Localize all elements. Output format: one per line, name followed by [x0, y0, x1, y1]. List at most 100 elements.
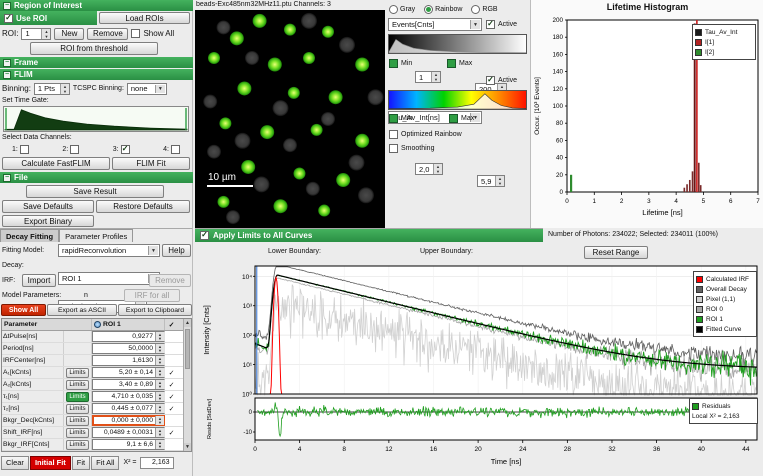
radio-rgb-icon[interactable]: [471, 5, 480, 14]
limits-button[interactable]: Limits: [66, 380, 88, 390]
fit-enable-checkbox[interactable]: [165, 355, 178, 366]
irf-for-all-button[interactable]: IRF for all: [124, 289, 180, 302]
help-button[interactable]: Help: [162, 244, 191, 257]
svg-text:1: 1: [593, 198, 597, 205]
decay-fitting-panel: Decay FittingParameter Profiles Fitting …: [0, 228, 193, 476]
param-value-spinner[interactable]: 0,0489 ± 0,0031: [92, 427, 165, 438]
tcspc-binning-dropdown[interactable]: none: [127, 83, 167, 95]
fit-enable-checkbox[interactable]: [165, 331, 178, 342]
collapse-icon[interactable]: −: [3, 71, 11, 79]
display-mode-rainbow[interactable]: Rainbow: [424, 5, 462, 14]
binning-spinner[interactable]: 1 Pts: [34, 83, 70, 95]
tab-fit[interactable]: Fit: [72, 456, 90, 470]
radio-rainbow-icon[interactable]: [424, 5, 433, 14]
load-rois-button[interactable]: Load ROIs: [99, 12, 190, 24]
restore-defaults-button[interactable]: Restore Defaults: [96, 200, 190, 213]
intensity-min-spinner[interactable]: 1: [415, 71, 441, 83]
limits-button[interactable]: Limits: [66, 440, 88, 450]
save-defaults-button[interactable]: Save Defaults: [2, 200, 94, 213]
apply-limits-checkbox[interactable]: [200, 231, 209, 240]
param-value-spinner[interactable]: 1,6130: [92, 355, 165, 366]
flim-fit-button[interactable]: FLIM Fit: [112, 157, 190, 170]
tab-fit-all[interactable]: Fit All: [91, 456, 119, 470]
display-mode-gray[interactable]: Gray: [389, 5, 415, 14]
param-value-spinner[interactable]: 3,40 ± 0,89: [92, 379, 165, 390]
collapse-icon[interactable]: −: [3, 174, 11, 182]
irf-remove-button[interactable]: Remove: [149, 274, 191, 287]
save-result-button[interactable]: Save Result: [26, 185, 164, 198]
param-value-spinner[interactable]: 5,20 ± 0,14: [92, 367, 165, 378]
smoothing-checkbox[interactable]: [389, 144, 398, 153]
tab-initial-fit[interactable]: Initial Fit: [30, 456, 71, 470]
remove-roi-button[interactable]: Remove: [87, 28, 128, 40]
optimized-rainbow-checkbox[interactable]: [389, 130, 398, 139]
limits-button[interactable]: Limits: [66, 404, 88, 414]
channel-2-checkbox[interactable]: [70, 145, 79, 154]
flim-section-header[interactable]: − FLIM: [0, 69, 193, 80]
lifetime-active-checkbox[interactable]: [486, 76, 495, 85]
param-value-spinner[interactable]: 0,000 ± 0,000: [92, 415, 165, 426]
export-clipboard-button[interactable]: Export to Clipboard: [118, 304, 192, 316]
autoscale-min-icon[interactable]: [389, 114, 398, 123]
channel-3-checkbox[interactable]: [121, 145, 130, 154]
param-value-spinner[interactable]: 0,445 ± 0,077: [92, 403, 165, 414]
radio-gray-icon[interactable]: [389, 5, 398, 14]
param-value-spinner[interactable]: 50,0000: [92, 343, 165, 354]
collapse-icon[interactable]: −: [3, 2, 11, 10]
param-value-spinner[interactable]: 0,9277: [92, 331, 165, 342]
autoscale-min-icon[interactable]: [389, 59, 398, 68]
calculate-fastflim-button[interactable]: Calculate FastFLIM: [2, 157, 110, 170]
fitting-model-dropdown[interactable]: rapidReconvolution: [58, 244, 160, 257]
frame-section-header[interactable]: − Frame: [0, 57, 193, 68]
param-value-spinner[interactable]: 4,710 ± 0,035: [92, 391, 165, 402]
scrollbar-thumb[interactable]: [185, 329, 190, 369]
lifetime-max-spinner[interactable]: 5,9: [477, 175, 505, 187]
roi-number-spinner[interactable]: 1: [21, 28, 51, 40]
lifetime-gradient-bar[interactable]: [388, 90, 527, 110]
scroll-up-icon[interactable]: ▲: [184, 319, 191, 327]
tab-parameter-profiles[interactable]: Parameter Profiles: [59, 229, 133, 242]
intensity-gradient-bar[interactable]: [388, 34, 527, 54]
fit-enable-checkbox[interactable]: ✓: [165, 391, 178, 402]
scroll-down-icon[interactable]: ▼: [184, 443, 191, 451]
tab-decay-fitting[interactable]: Decay Fitting: [0, 229, 59, 242]
use-roi-checkbox[interactable]: [4, 14, 13, 23]
export-binary-button[interactable]: Export Binary: [2, 215, 94, 227]
channel-4-checkbox[interactable]: [171, 145, 180, 154]
image-viewer[interactable]: 10 µm: [195, 10, 385, 228]
export-ascii-button[interactable]: Export as ASCII: [47, 304, 117, 316]
show-all-button[interactable]: Show All: [1, 304, 46, 316]
fit-enable-checkbox[interactable]: [165, 415, 178, 426]
reset-range-button[interactable]: Reset Range: [584, 246, 648, 259]
fit-enable-checkbox[interactable]: ✓: [165, 379, 178, 390]
show-all-checkbox[interactable]: [131, 29, 140, 38]
autoscale-max-icon[interactable]: [447, 59, 456, 68]
new-roi-button[interactable]: New: [54, 28, 84, 40]
limits-button[interactable]: Limits: [66, 416, 88, 426]
param-value-spinner[interactable]: 9,1 ± 6,6: [92, 439, 165, 450]
fit-enable-checkbox[interactable]: [165, 439, 178, 450]
limits-button[interactable]: Limits: [66, 392, 88, 402]
channel-1-checkbox[interactable]: [20, 145, 29, 154]
intensity-active-checkbox[interactable]: [486, 20, 495, 29]
irf-import-button[interactable]: Import: [22, 274, 56, 287]
intensity-channel-dropdown[interactable]: Events[Cnts]: [388, 18, 482, 31]
tab-clear[interactable]: Clear: [1, 456, 29, 470]
limits-button[interactable]: Limits: [66, 368, 88, 378]
fit-enable-checkbox[interactable]: ✓: [165, 403, 178, 414]
lifetime-min-spinner[interactable]: 2,0: [415, 163, 443, 175]
limits-button[interactable]: Limits: [66, 428, 88, 438]
autoscale-max-icon[interactable]: [449, 114, 458, 123]
table-scrollbar[interactable]: ▲ ▼: [183, 319, 191, 451]
roi-from-threshold-button[interactable]: ROI from threshold: [30, 42, 158, 55]
fit-enable-checkbox[interactable]: [165, 343, 178, 354]
display-mode-rgb[interactable]: RGB: [471, 5, 497, 14]
fit-enable-checkbox[interactable]: ✓: [165, 427, 178, 438]
fit-enable-checkbox[interactable]: ✓: [165, 367, 178, 378]
roi-section-header[interactable]: − Region of Interest: [0, 0, 193, 11]
decay-source-dropdown[interactable]: ROI 1: [58, 272, 160, 285]
time-gate-graph[interactable]: [3, 106, 189, 132]
decay-chart[interactable]: 10⁰10¹10²10³10⁴0481216202428323640440-10…: [195, 262, 763, 476]
file-section-header[interactable]: − File: [0, 172, 193, 183]
collapse-icon[interactable]: −: [3, 59, 11, 67]
